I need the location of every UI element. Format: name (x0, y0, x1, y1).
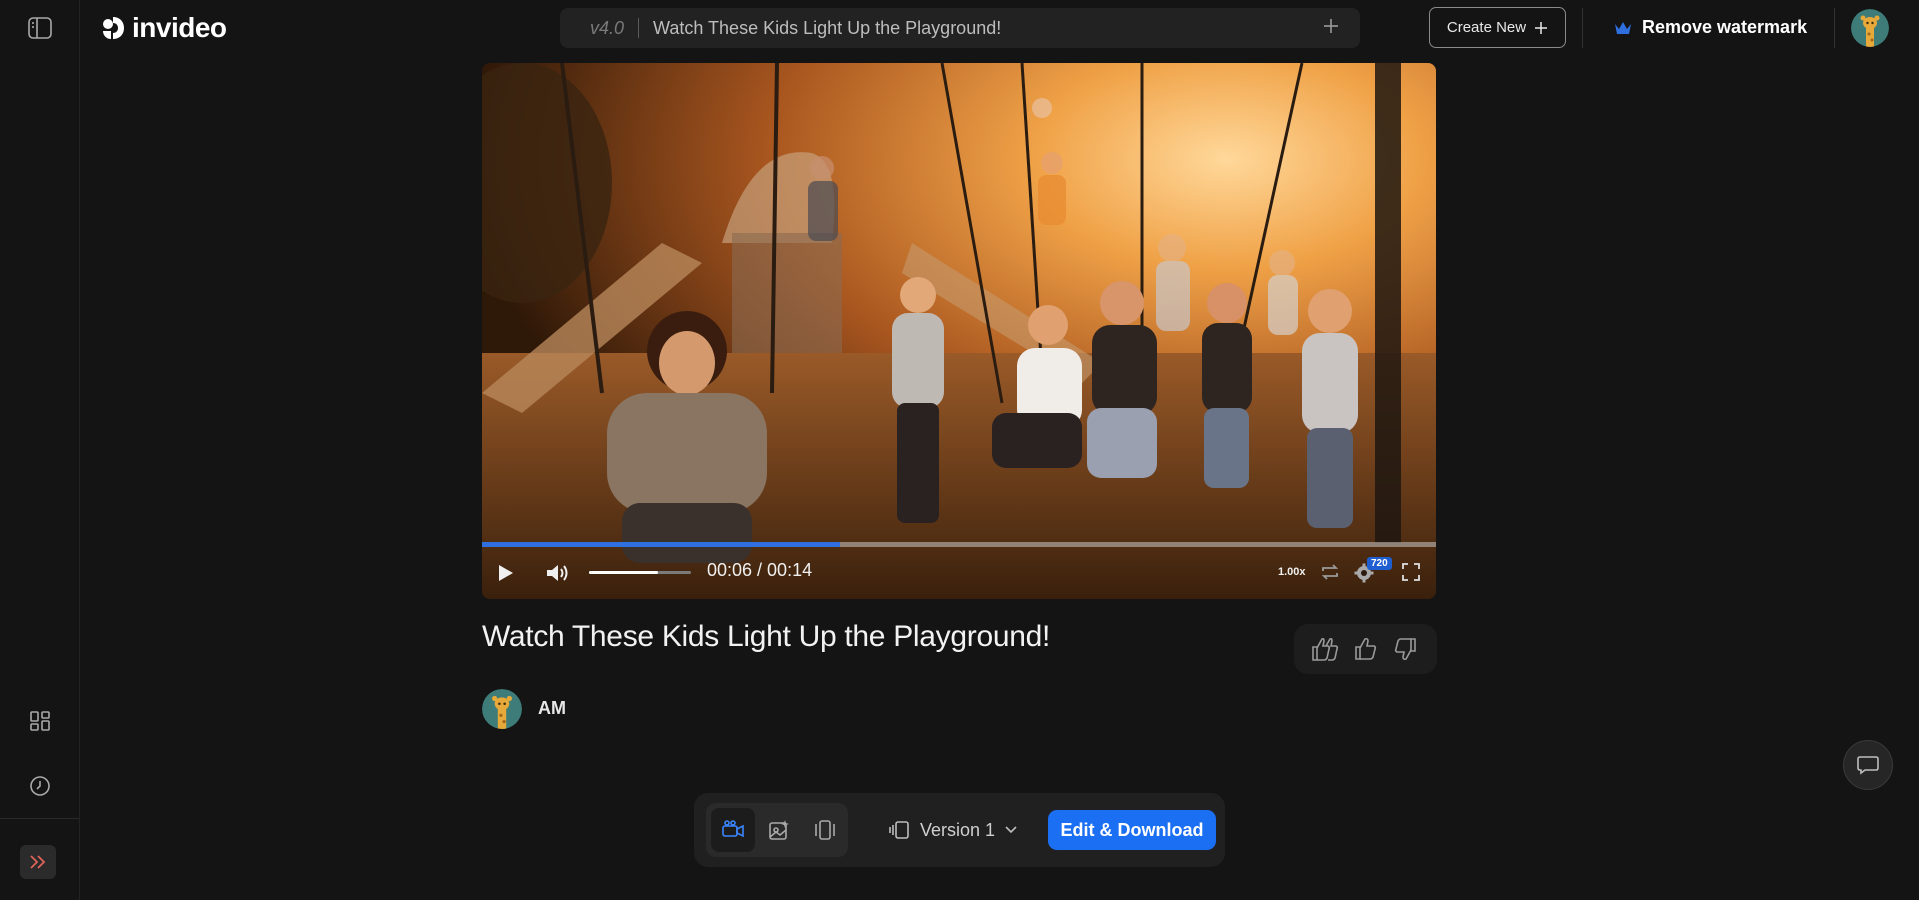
crown-icon (1615, 21, 1631, 34)
title-separator (638, 18, 640, 38)
thumbs-up-button[interactable] (1350, 633, 1382, 665)
version-selector[interactable]: Version 1 (888, 810, 1017, 850)
remove-watermark-button[interactable]: Remove watermark (1614, 7, 1807, 48)
quality-badge: 720 (1367, 557, 1392, 570)
edit-download-button[interactable]: Edit & Download (1048, 810, 1216, 850)
loop-button[interactable] (1318, 561, 1342, 583)
fullscreen-icon (1402, 563, 1420, 581)
version-label: v4.0 (590, 17, 625, 38)
create-new-label: Create New (1446, 19, 1527, 36)
sidebar-divider (0, 818, 79, 819)
video-camera-icon (722, 820, 744, 838)
author-avatar (482, 689, 522, 729)
sidebar (0, 0, 80, 900)
header-divider (1834, 8, 1835, 48)
double-thumbs-up-icon (1311, 637, 1338, 661)
image-mode-button[interactable] (757, 808, 801, 852)
thumbs-down-icon (1395, 638, 1417, 661)
add-icon[interactable] (1322, 14, 1340, 42)
author-name: AM (538, 698, 566, 718)
ai-image-icon (769, 820, 789, 840)
remove-watermark-label: Remove watermark (1642, 17, 1808, 37)
invideo-logo-icon (103, 17, 124, 39)
fullscreen-button[interactable] (1400, 561, 1422, 583)
plus-icon (1535, 21, 1548, 34)
giraffe-avatar-icon (482, 689, 522, 729)
expand-sidebar-button[interactable] (20, 845, 56, 879)
video-title: Watch These Kids Light Up the Playground… (482, 620, 1051, 653)
dashboard-icon[interactable] (24, 705, 56, 737)
logo[interactable]: invideo (100, 12, 227, 44)
playback-speed[interactable]: 1.00x (1278, 566, 1306, 578)
video-frame-playground (482, 63, 1436, 599)
play-icon (499, 565, 513, 581)
volume-button[interactable] (544, 559, 574, 587)
logo-text: invideo (132, 12, 227, 43)
play-button[interactable] (492, 559, 520, 587)
volume-slider[interactable] (589, 571, 691, 574)
video-player[interactable]: 00:06 / 00:14 1.00x 720 (482, 63, 1436, 599)
thumbs-up-icon (1354, 637, 1376, 660)
volume-icon (547, 565, 568, 581)
expand-chevrons-icon (30, 855, 46, 869)
project-title-bar[interactable]: v4.0 Watch These Kids Light Up the Playg… (560, 8, 1360, 48)
chat-bubble-icon (1857, 756, 1879, 775)
versions-icon (889, 821, 909, 839)
thumbs-down-button[interactable] (1389, 633, 1421, 665)
history-icon[interactable] (24, 770, 56, 802)
volume-slider-fill (589, 571, 659, 574)
feedback-group (1294, 624, 1437, 674)
video-mode-button[interactable] (711, 808, 755, 852)
vertical-mode-button[interactable] (803, 808, 847, 852)
version-label: Version 1 (920, 819, 996, 840)
time-display: 00:06 / 00:14 (707, 560, 813, 580)
chevron-down-icon (1005, 826, 1017, 834)
chat-button[interactable] (1843, 740, 1893, 790)
header-divider (1582, 8, 1583, 48)
loop-icon (1321, 564, 1339, 580)
player-controls: 00:06 / 00:14 1.00x 720 (482, 547, 1436, 599)
vertical-video-icon (815, 820, 835, 840)
bottom-toolbar: Version 1 Edit & Download (694, 793, 1225, 867)
view-mode-group (706, 803, 848, 857)
giraffe-avatar-icon (1851, 9, 1889, 47)
user-avatar[interactable] (1851, 9, 1889, 47)
create-new-button[interactable]: Create New (1429, 7, 1566, 48)
project-title[interactable]: Watch These Kids Light Up the Playground… (653, 18, 1322, 39)
love-it-button[interactable] (1310, 633, 1342, 665)
sidebar-toggle-icon[interactable] (24, 12, 56, 44)
